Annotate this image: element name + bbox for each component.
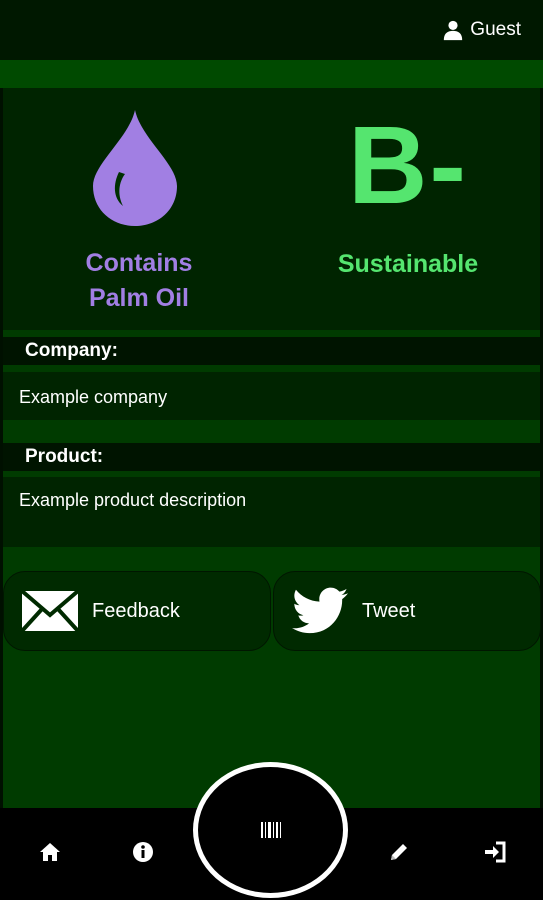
home-icon[interactable]	[38, 840, 62, 864]
scan-barcode-button[interactable]	[193, 762, 348, 898]
user-name: Guest	[470, 19, 521, 40]
header-strip	[0, 60, 543, 88]
twitter-bird-icon	[292, 587, 348, 634]
sustainability-label: Sustainable	[337, 250, 479, 278]
company-label: Company:	[3, 337, 540, 365]
sustainability-grade: B-	[347, 104, 469, 227]
palm-oil-label: Contains Palm Oil	[3, 246, 275, 316]
product-summary: Contains Palm Oil B- Sustainable	[3, 88, 540, 330]
company-value: Example company	[19, 387, 168, 407]
feedback-label: Feedback	[92, 599, 180, 622]
person-icon	[444, 20, 463, 41]
tweet-label: Tweet	[362, 599, 416, 622]
drop-icon	[93, 110, 177, 226]
user-menu[interactable]: Guest	[442, 19, 521, 41]
envelope-icon	[20, 589, 80, 633]
info-icon[interactable]	[131, 840, 155, 864]
tweet-button[interactable]: Tweet	[273, 571, 541, 651]
top-bar: Guest	[0, 0, 543, 60]
palm-oil-indicator: Contains Palm Oil	[3, 88, 275, 330]
pencil-icon[interactable]	[387, 840, 411, 864]
palm-oil-label-line2: Palm Oil	[88, 284, 190, 312]
product-value: Example product description	[19, 490, 247, 510]
company-field: Example company	[3, 372, 540, 420]
palm-oil-label-line1: Contains	[85, 249, 193, 277]
product-label: Product:	[3, 443, 540, 471]
product-field[interactable]: Example product description	[3, 477, 540, 547]
feedback-button[interactable]: Feedback	[3, 571, 271, 651]
barcode-icon	[260, 822, 281, 838]
sign-in-icon[interactable]	[483, 840, 507, 864]
